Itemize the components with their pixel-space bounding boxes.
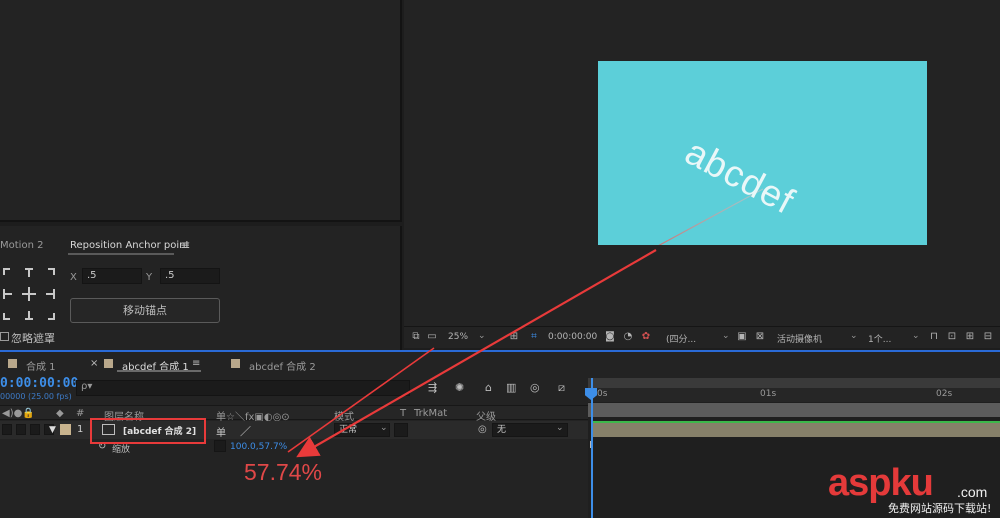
chevron-down-icon[interactable]: ⌄ [850,331,858,341]
ignore-mask-label: 忽略遮罩 [11,332,55,345]
move-anchor-button[interactable]: 移动锚点 [70,298,220,323]
quality-switch-icon[interactable]: ／ [240,423,251,439]
show-snapshot-icon[interactable]: ◔ [622,331,634,343]
frame-blending-icon[interactable]: ▥ [506,381,516,394]
audio-toggle[interactable] [16,424,26,435]
time-cursor-icon: I [589,440,592,451]
chevron-down-icon[interactable]: ⌄ [380,423,388,433]
ignore-mask-checkbox[interactable] [0,332,9,341]
resolution-select[interactable]: (四分... [666,332,696,345]
preserve-transparency-toggle[interactable] [394,423,408,437]
chevron-down-icon[interactable]: ⌄ [912,331,920,341]
tab-reposition-anchor[interactable]: Reposition Anchor point [70,240,189,251]
comp-tab-icon [104,359,113,368]
watermark-logo-part: asp [828,462,891,504]
header-hash: # [76,408,85,419]
expand-arrow-icon[interactable]: ▼ [49,425,56,435]
x-label: X [70,272,77,283]
layer-duration-bar[interactable] [592,421,1000,437]
layer-label-color[interactable] [60,424,71,435]
snapshot-region-icon[interactable]: ⧉ [410,331,422,343]
viewer-timecode[interactable]: 0:00:00:00 [548,332,597,342]
export-frame-icon[interactable]: ⊡ [946,331,958,343]
camera-select[interactable]: 活动摄像机 [777,332,822,345]
pickwhip-icon[interactable]: ◎ [478,424,487,435]
current-time-display[interactable]: 0:00:00:00 [0,376,78,391]
tab-motion[interactable]: Motion 2 [0,240,43,251]
flowchart-icon[interactable]: ⊞ [964,331,976,343]
chevron-down-icon[interactable]: ⌄ [556,423,564,433]
fast-previews-icon[interactable]: ⊓ [928,331,940,343]
layer-index: 1 [77,424,84,435]
camera-icon[interactable]: ◙ [604,331,616,343]
shy-icon[interactable]: ⌂ [485,381,492,394]
shy-switch-icon[interactable]: 单 [216,424,226,439]
fps-label: 00000 (25.00 fps) [0,392,72,401]
layer-header-row: ◀)●🔒 ◆ # 图层名称 单☆＼fx▣◐◎⊙ 模式 T TrkMat 父级 [0,405,588,423]
y-input[interactable]: .5 [160,268,220,284]
tab-comp-1[interactable]: 合成 1 [26,358,56,373]
color-channels-icon[interactable]: ✿ [640,331,652,343]
work-area-bar[interactable] [588,403,1000,417]
motion-panel: Motion 2 Reposition Anchor point ≡ X .5 … [0,226,402,350]
chevron-down-icon[interactable]: ⌄ [722,331,730,341]
views-select[interactable]: 1个... [868,332,891,345]
motion-blur-icon[interactable]: ◎ [530,381,540,394]
ruler-label-02s: 02s [936,389,953,399]
composition-mini-flowchart-icon[interactable]: ⇶ [428,381,437,394]
y-label: Y [146,272,153,283]
reset-exposure-icon[interactable]: ⊟ [982,331,994,343]
effect-controls-panel [0,0,402,222]
percent-annotation: 57.74% [244,459,323,485]
ruler-label-01s: 01s [760,389,777,399]
transparency-grid-icon[interactable]: ⊠ [754,331,766,343]
watermark-logo: aspku [828,462,934,505]
anchor-motion-path [658,188,764,245]
label-icon: ◆ [56,408,64,419]
active-tab-indicator [117,370,201,372]
constrain-proportions-toggle[interactable] [214,440,226,452]
comp-tab-icon [8,359,17,368]
x-input[interactable]: .5 [82,268,142,284]
menu-icon[interactable]: ≡ [180,238,190,252]
watermark-domain: .com [957,484,988,500]
scale-value[interactable]: 100.0,57.7% [230,442,287,452]
ruler-label-0s: 0s [597,389,608,399]
composition-canvas[interactable]: abcdef [598,61,927,245]
active-tab-indicator [68,253,174,255]
fit-icon[interactable]: ⊞ [508,331,520,343]
safe-zones-icon[interactable]: ⌗ [528,331,540,343]
graph-editor-icon[interactable]: ⧄ [558,381,565,395]
comp-tab-icon [231,359,240,368]
watermark-subtitle: 免费网站源码下载站! [888,502,992,515]
tab-abcdef-comp-2[interactable]: abcdef 合成 2 [249,358,316,373]
zoom-select[interactable]: 25% [448,332,468,342]
visibility-toggle[interactable] [2,424,12,435]
close-icon[interactable]: × [90,358,98,369]
header-t: T [400,408,407,419]
anchor-grid-icon[interactable] [2,267,56,321]
table-row[interactable]: ▼ 1 [abcdef 合成 2] 单 ／ 正常 ⌄ ◎ 无 ⌄ [0,421,588,439]
search-input[interactable]: ρ▾ [76,380,410,396]
viewer-toolbar: ⧉ ▭ 25% ⌄ ⊞ ⌗ 0:00:00:00 ◙ ◔ ✿ (四分... ⌄ … [404,326,1000,348]
draft-3d-icon[interactable]: ✺ [455,381,464,394]
layer-highlight-box [90,418,206,444]
property-row-scale: ↻ 缩放 [0,439,588,455]
header-trkmat: TrkMat [414,408,448,419]
chevron-down-icon[interactable]: ⌄ [478,331,486,341]
monitor-icon[interactable]: ▭ [426,331,438,343]
region-of-interest-icon[interactable]: ▣ [736,331,748,343]
solo-toggle[interactable] [30,424,40,435]
menu-icon[interactable]: ≡ [192,358,200,369]
av-switches-icon: ◀)●🔒 [2,408,35,419]
time-navigator[interactable] [588,378,1000,388]
watermark-logo-part: ku [890,462,933,504]
